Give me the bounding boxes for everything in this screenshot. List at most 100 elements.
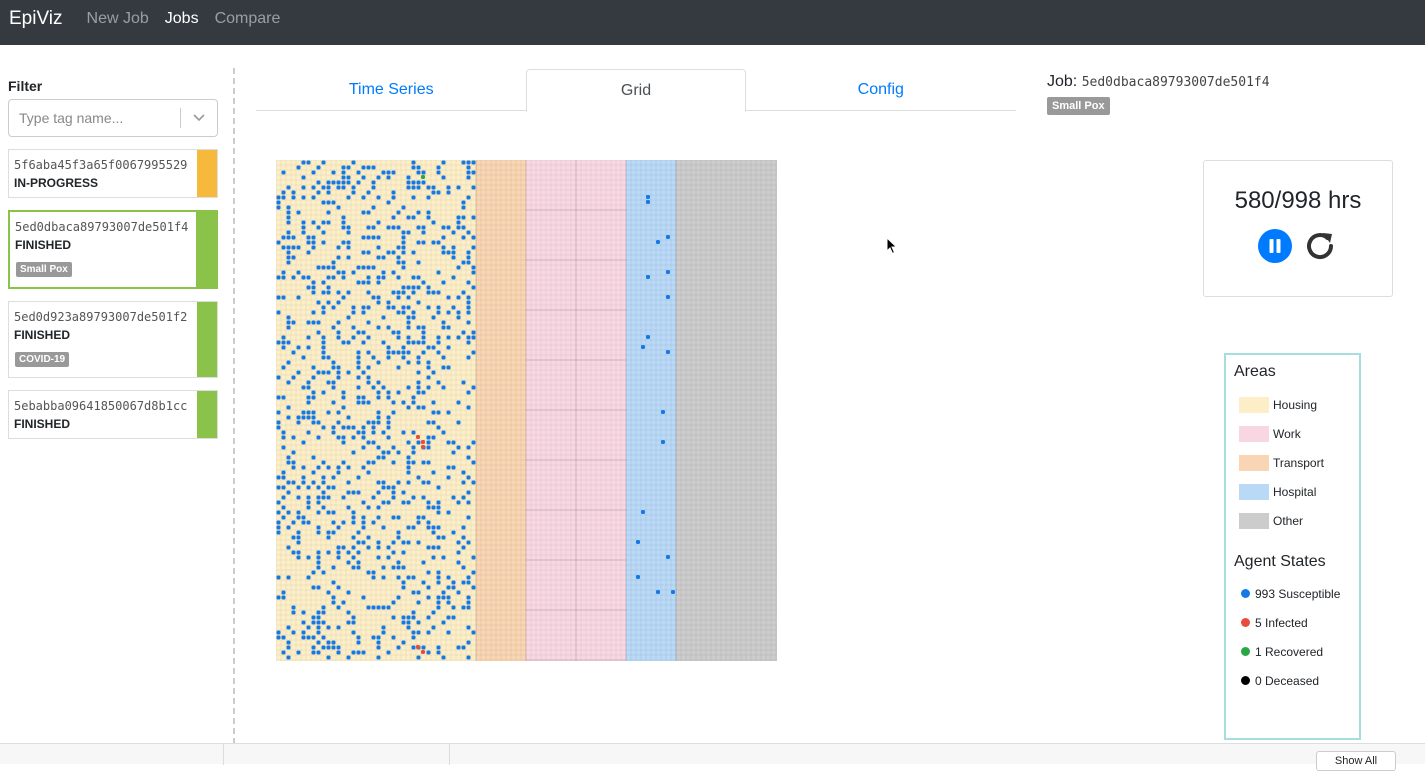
job-card[interactable]: 5f6aba45f3a65f0067995529 IN-PROGRESS [8, 149, 218, 198]
pause-button[interactable] [1257, 228, 1293, 269]
agent-susceptible [386, 450, 391, 455]
agent-susceptible [426, 435, 431, 440]
agent-infected [421, 440, 425, 444]
download-item[interactable] [224, 744, 450, 765]
agent-susceptible [386, 355, 391, 360]
agent-susceptible [471, 385, 476, 390]
agent-susceptible [301, 175, 306, 180]
agent-susceptible [641, 510, 645, 514]
agent-susceptible [461, 545, 466, 550]
agent-susceptible [436, 535, 441, 540]
agent-susceptible [331, 325, 336, 330]
agent-susceptible [281, 270, 286, 275]
agent-susceptible [396, 295, 401, 300]
agent-susceptible [396, 515, 401, 520]
agent-susceptible [291, 245, 296, 250]
agent-susceptible [381, 315, 386, 320]
agent-susceptible [456, 645, 461, 650]
agent-susceptible [416, 390, 421, 395]
agent-susceptible [311, 365, 316, 370]
nav-new-job[interactable]: New Job [87, 10, 149, 28]
agent-susceptible [471, 160, 476, 165]
brand-logo[interactable]: EpiViz [9, 8, 63, 30]
agent-susceptible [291, 450, 296, 455]
legend-state-item: 1 Recovered [1234, 637, 1359, 666]
filter-label: Filter [8, 78, 43, 94]
agent-susceptible [466, 540, 471, 545]
tag-filter-select[interactable]: Type tag name... [8, 99, 218, 137]
show-all-button[interactable]: Show All [1316, 751, 1396, 771]
agent-susceptible [436, 575, 441, 580]
chevron-down-icon[interactable] [181, 113, 217, 123]
agent-susceptible [316, 620, 321, 625]
job-tag: COVID-19 [15, 352, 70, 367]
agent-susceptible [321, 635, 326, 640]
agent-susceptible [281, 505, 286, 510]
agent-susceptible [411, 525, 416, 530]
tag-filter-placeholder[interactable]: Type tag name... [9, 110, 180, 126]
agent-susceptible [346, 505, 351, 510]
agent-susceptible [411, 250, 416, 255]
agent-susceptible [446, 510, 451, 515]
agent-susceptible [341, 175, 346, 180]
agent-susceptible [346, 415, 351, 420]
agent-susceptible [281, 275, 286, 280]
agent-susceptible [406, 350, 411, 355]
tab-config[interactable]: Config [746, 69, 1016, 111]
agent-susceptible [341, 545, 346, 550]
agent-susceptible [276, 530, 281, 535]
agent-susceptible [646, 195, 650, 199]
agent-susceptible [406, 500, 411, 505]
agent-susceptible [406, 470, 411, 475]
restart-icon[interactable] [1301, 227, 1339, 270]
legend-area-item: Transport [1234, 448, 1359, 477]
agent-susceptible [456, 500, 461, 505]
agent-susceptible [291, 630, 296, 635]
nav-jobs[interactable]: Jobs [165, 10, 199, 28]
agent-susceptible [426, 385, 431, 390]
agent-susceptible [361, 395, 366, 400]
agent-susceptible [421, 225, 426, 230]
agent-susceptible [371, 420, 376, 425]
agent-susceptible [276, 295, 281, 300]
job-card-selected[interactable]: 5ed0dbaca89793007de501f4 FINISHED Small … [8, 210, 218, 289]
agent-susceptible [296, 495, 301, 500]
agent-susceptible [456, 335, 461, 340]
agent-susceptible [286, 210, 291, 215]
sidebar-divider[interactable] [233, 68, 235, 744]
tab-grid[interactable]: Grid [526, 69, 746, 112]
agent-susceptible [276, 240, 281, 245]
agent-susceptible [281, 170, 286, 175]
agent-susceptible [406, 460, 411, 465]
agent-susceptible [431, 220, 436, 225]
agent-susceptible [421, 515, 426, 520]
agent-susceptible [441, 620, 446, 625]
agent-susceptible [461, 260, 466, 265]
agent-susceptible [376, 490, 381, 495]
job-card[interactable]: 5ed0d923a89793007de501f2 FINISHED COVID-… [8, 301, 218, 378]
agent-susceptible [396, 225, 401, 230]
tab-time-series[interactable]: Time Series [256, 69, 526, 111]
agent-susceptible [361, 165, 366, 170]
agent-susceptible [326, 640, 331, 645]
agent-susceptible [416, 275, 421, 280]
agent-susceptible [311, 470, 316, 475]
download-item[interactable] [0, 744, 224, 765]
agent-susceptible [401, 550, 406, 555]
agent-susceptible [286, 315, 291, 320]
agent-susceptible [281, 485, 286, 490]
agent-susceptible [416, 600, 421, 605]
agent-susceptible [466, 300, 471, 305]
agent-susceptible [456, 590, 461, 595]
job-card[interactable]: 5ebabba09641850067d8b1cc FINISHED [8, 390, 218, 439]
agent-susceptible [426, 345, 431, 350]
nav-compare[interactable]: Compare [215, 10, 281, 28]
agent-susceptible [356, 375, 361, 380]
agent-susceptible [381, 450, 386, 455]
agent-susceptible [406, 455, 411, 460]
agent-susceptible [301, 225, 306, 230]
legend-area-item: Hospital [1234, 477, 1359, 506]
agent-susceptible [401, 235, 406, 240]
agent-susceptible [286, 490, 291, 495]
agent-susceptible [366, 290, 371, 295]
